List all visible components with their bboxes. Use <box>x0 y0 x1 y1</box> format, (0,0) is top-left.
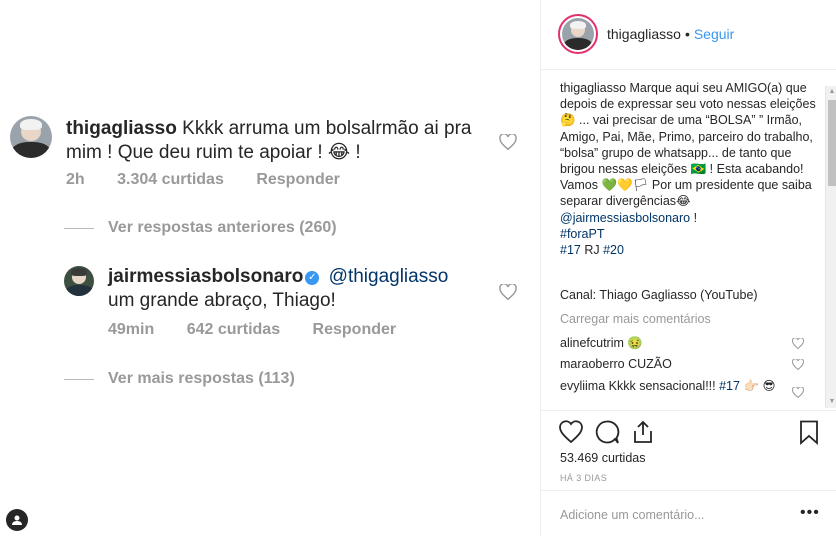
post-caption: thigagliasso Marque aqui seu AMIGO(a) qu… <box>560 81 816 258</box>
load-more-comments[interactable]: Carregar mais comentários <box>560 312 711 326</box>
bookmark-icon[interactable] <box>796 419 822 445</box>
hashtag-link[interactable]: #17 <box>719 379 740 393</box>
caption-channel: Canal: Thiago Gagliasso (YouTube) <box>560 288 758 302</box>
scrollbar-thumb[interactable] <box>828 100 836 186</box>
author-username[interactable]: thigagliasso <box>607 26 681 42</box>
reply-time: 49min <box>108 321 155 338</box>
list-item: alinefcutrim 🤢 <box>560 336 643 350</box>
caption-mention[interactable]: @jairmessiasbolsonaro <box>560 211 690 225</box>
reply-meta: 49min 642 curtidas Responder <box>108 321 424 339</box>
comment-username[interactable]: maraoberro <box>560 357 625 371</box>
reply-text: jairmessiasbolsonaro ✓ @thigagliasso um g… <box>108 265 488 313</box>
scroll-down-icon[interactable]: ▼ <box>828 398 836 406</box>
heart-icon[interactable] <box>792 338 804 349</box>
commenter-avatar <box>10 116 52 158</box>
post-date: HÁ 3 DIAS <box>560 473 608 483</box>
add-comment-bar: Adicione um comentário... ••• <box>541 490 836 536</box>
heart-icon <box>499 284 517 300</box>
comment-meta: 2h 3.304 curtidas Responder <box>66 171 368 189</box>
user-tag-icon[interactable] <box>6 509 28 531</box>
follow-button[interactable]: Seguir <box>694 26 734 42</box>
post-header: thigagliasso • Seguir <box>541 0 836 70</box>
post-sidebar: thigagliasso • Seguir thigagliasso Marque … <box>540 0 836 536</box>
heart-icon[interactable] <box>792 359 804 370</box>
hashtag-link[interactable]: #20 <box>603 243 624 257</box>
comment-time: 2h <box>66 171 85 188</box>
more-replies-link: Ver mais respostas (113) <box>64 370 295 388</box>
comment-icon[interactable] <box>594 419 620 445</box>
comment-username[interactable]: alinefcutrim <box>560 336 624 350</box>
scroll-up-icon[interactable]: ▲ <box>828 88 836 96</box>
author-info: thigagliasso • Seguir <box>607 26 735 42</box>
comment-username[interactable]: evyliima <box>560 379 605 393</box>
list-item: evyliima Kkkk sensacional!!! #17 👉🏻 😎 <box>560 379 776 393</box>
caption-username[interactable]: thigagliasso <box>560 81 626 95</box>
post-actions: 53.469 curtidas HÁ 3 DIAS <box>541 410 836 490</box>
share-icon[interactable] <box>630 419 656 445</box>
reply-mention: @thigagliasso <box>328 266 449 287</box>
heart-icon[interactable] <box>558 419 584 445</box>
comment-reply: Responder <box>256 171 340 188</box>
author-avatar[interactable] <box>558 14 598 54</box>
comment-text: thigagliasso Kkkk arruma um bolsalrmão a… <box>66 117 486 165</box>
comment-input[interactable]: Adicione um comentário... <box>560 508 705 522</box>
post-image: thigagliasso Kkkk arruma um bolsalrmão a… <box>0 0 540 536</box>
reply-body: um grande abraço, Thiago! <box>108 290 336 311</box>
reply-reply: Responder <box>312 321 397 338</box>
hashtag-link[interactable]: #foraPT <box>560 227 604 241</box>
reply-likes: 642 curtidas <box>186 321 281 338</box>
heart-icon <box>499 134 517 150</box>
comments-scrollbar[interactable]: ▲ ▼ <box>825 86 836 408</box>
verified-badge-icon: ✓ <box>305 271 320 285</box>
comments-list: thigagliasso Marque aqui seu AMIGO(a) qu… <box>541 70 836 410</box>
reply-avatar <box>64 266 94 296</box>
list-item: maraoberro CUZÃO <box>560 357 672 371</box>
hashtag-link[interactable]: #17 <box>560 243 581 257</box>
previous-replies-link: Ver respostas anteriores (260) <box>64 219 337 237</box>
more-options-icon[interactable]: ••• <box>800 504 820 522</box>
comment-likes: 3.304 curtidas <box>117 171 224 188</box>
comment-username: thigagliasso <box>66 118 177 139</box>
reply-username: jairmessiasbolsonaro <box>108 266 304 287</box>
heart-icon[interactable] <box>792 387 804 398</box>
likes-count[interactable]: 53.469 curtidas <box>560 451 645 465</box>
